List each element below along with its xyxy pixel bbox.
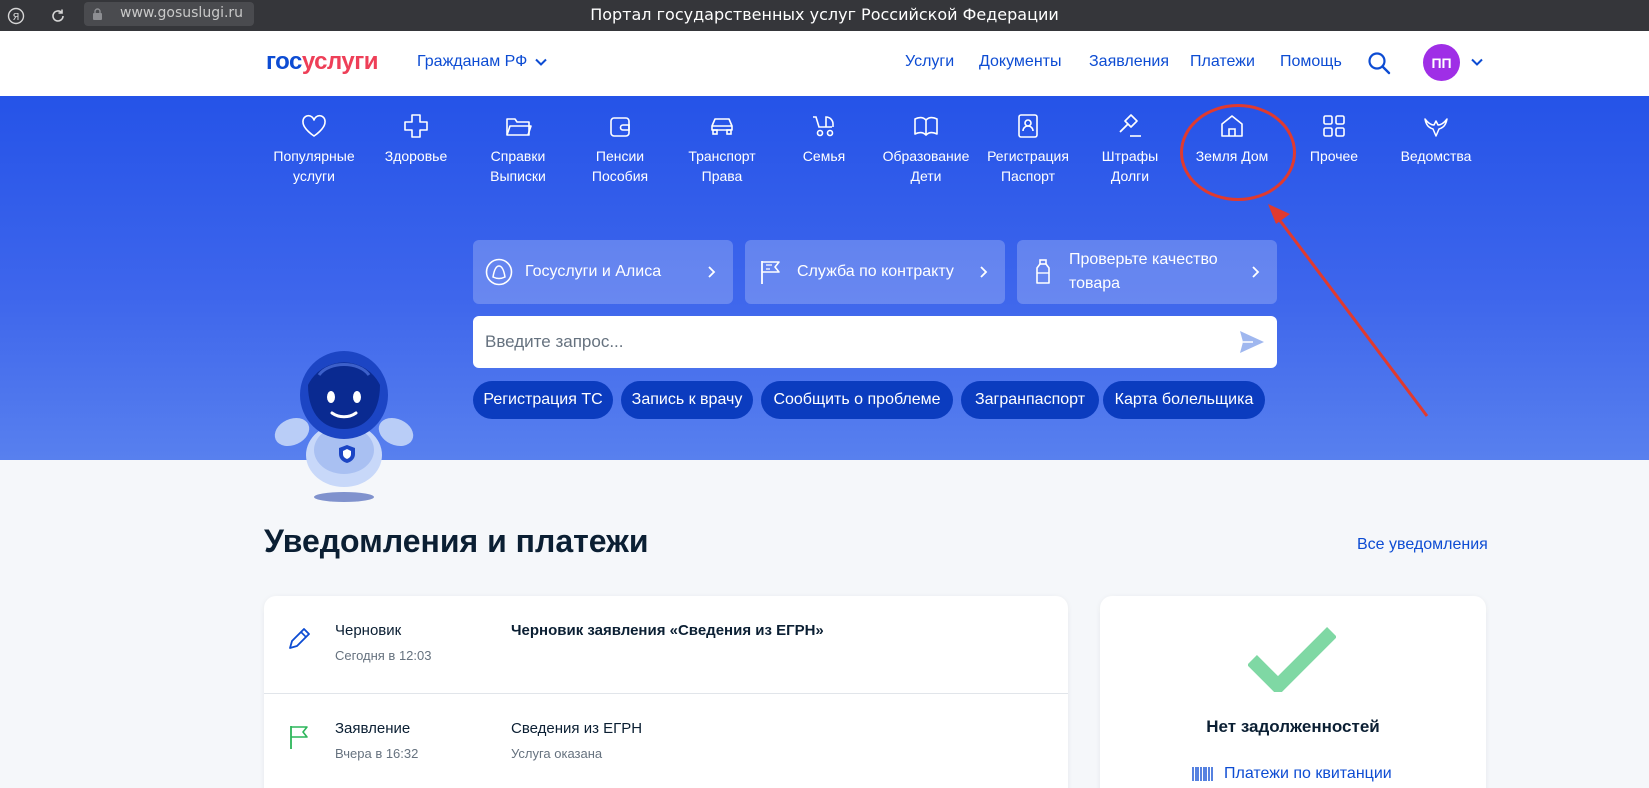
chevron-right-icon xyxy=(708,266,716,278)
category-family[interactable]: Семья xyxy=(774,112,874,166)
receipt-payments-link[interactable]: Платежи по квитанции xyxy=(1192,765,1392,783)
folder-icon xyxy=(506,118,532,136)
chip-doctor-appointment[interactable]: Запись к врачу xyxy=(621,381,753,419)
medical-cross-icon xyxy=(404,114,428,138)
window-title: Портал государственных услуг Российской … xyxy=(590,5,1059,24)
section-title: Уведомления и платежи xyxy=(264,523,649,559)
check-icon xyxy=(1248,627,1336,692)
chevron-down-icon[interactable] xyxy=(1470,55,1484,69)
flag-icon xyxy=(761,261,780,284)
notification-row[interactable]: Заявление Вчера в 16:32 Сведения из ЕГРН… xyxy=(264,693,1068,788)
chevron-right-icon xyxy=(1252,266,1260,278)
car-icon xyxy=(711,118,733,135)
nav-applications[interactable]: Заявления xyxy=(1089,53,1169,71)
all-notifications-link[interactable]: Все уведомления xyxy=(1357,536,1488,554)
alice-icon xyxy=(485,258,513,286)
category-departments[interactable]: Ведомства xyxy=(1386,112,1486,166)
no-debts-title: Нет задолженностей xyxy=(1206,717,1380,736)
notification-row[interactable]: Черновик Сегодня в 12:03 Черновик заявле… xyxy=(264,596,1068,692)
browser-bar: Я www.gosuslugi.ru Портал государственны… xyxy=(0,0,1649,31)
search-input[interactable] xyxy=(485,328,1225,356)
notification-type: Заявление xyxy=(335,720,411,737)
category-registration[interactable]: Регистрация Паспорт xyxy=(978,112,1078,186)
notification-time: Сегодня в 12:03 xyxy=(335,648,432,663)
citizens-dropdown[interactable]: Гражданам РФ xyxy=(417,53,548,71)
search-icon[interactable] xyxy=(1367,51,1391,75)
citizens-label: Гражданам РФ xyxy=(417,53,528,70)
gosuslugi-logo[interactable]: госуслуги xyxy=(266,48,379,76)
notification-type: Черновик xyxy=(335,622,402,639)
gavel-icon xyxy=(1119,114,1141,137)
robot-mascot xyxy=(274,351,414,502)
notifications-card: Черновик Сегодня в 12:03 Черновик заявле… xyxy=(264,596,1068,788)
chevron-down-icon xyxy=(535,58,548,66)
category-education[interactable]: Образование Дети xyxy=(876,112,976,186)
flag-icon xyxy=(290,726,308,749)
category-fines[interactable]: Штрафы Долги xyxy=(1080,112,1180,186)
notification-time: Вчера в 16:32 xyxy=(335,746,419,761)
chip-fan-card[interactable]: Карта болельщика xyxy=(1103,381,1265,419)
debt-card: Нет задолженностей Платежи по квитанции xyxy=(1100,596,1486,788)
eagle-icon xyxy=(1424,118,1448,137)
category-health[interactable]: Здоровье xyxy=(366,112,466,166)
bottle-icon xyxy=(1036,259,1050,284)
hero-section: Популярные услуги Здоровье Справки Выписки… xyxy=(0,96,1649,502)
category-certificates[interactable]: Справки Выписки xyxy=(468,112,568,186)
quick-link-product-quality[interactable]: Проверьте качество товара xyxy=(1017,240,1277,304)
pencil-icon xyxy=(289,628,310,649)
send-icon[interactable] xyxy=(1239,330,1265,354)
barcode-icon xyxy=(1192,767,1213,781)
nav-help[interactable]: Помощь xyxy=(1280,53,1342,71)
nav-payments[interactable]: Платежи xyxy=(1190,53,1255,71)
notification-status: Услуга оказана xyxy=(511,746,603,761)
grid-icon xyxy=(1323,115,1345,137)
quick-link-alice[interactable]: Госуслуги и Алиса xyxy=(473,240,733,304)
chip-vehicle-registration[interactable]: Регистрация ТС xyxy=(473,381,613,419)
stroller-icon xyxy=(813,116,834,137)
book-icon xyxy=(914,116,938,136)
house-icon xyxy=(1221,115,1243,137)
site-header: госуслуги Гражданам РФ Услуги Документы … xyxy=(0,31,1649,96)
id-card-icon xyxy=(1018,114,1038,138)
chip-report-problem[interactable]: Сообщить о проблеме xyxy=(761,381,953,419)
category-transport[interactable]: Транспорт Права xyxy=(672,112,772,186)
category-land-house[interactable]: Земля Дом xyxy=(1182,112,1282,166)
nav-documents[interactable]: Документы xyxy=(979,53,1061,71)
category-popular[interactable]: Популярные услуги xyxy=(264,112,364,186)
notification-title: Черновик заявления «Сведения из ЕГРН» xyxy=(511,622,824,639)
heart-icon xyxy=(302,114,326,137)
notification-title: Сведения из ЕГРН xyxy=(511,720,643,737)
avatar[interactable]: ПП xyxy=(1423,44,1460,81)
nav-services[interactable]: Услуги xyxy=(905,53,954,71)
quick-link-contract-service[interactable]: Служба по контракту xyxy=(745,240,1005,304)
category-pensions[interactable]: Пенсии Пособия xyxy=(570,112,670,186)
chip-passport[interactable]: Загранпаспорт xyxy=(961,381,1099,419)
category-other[interactable]: Прочее xyxy=(1284,112,1384,166)
chevron-right-icon xyxy=(980,266,988,278)
wallet-icon xyxy=(610,117,630,137)
search-box xyxy=(473,316,1277,368)
